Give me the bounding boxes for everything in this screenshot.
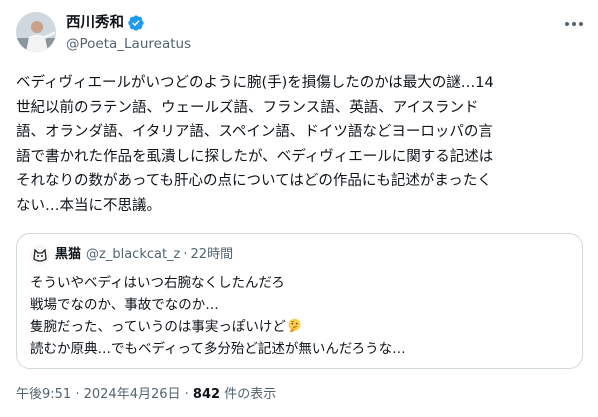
tweet-time[interactable]: 午後9:51 [16,387,71,402]
more-horizontal-icon [565,22,583,26]
quoted-avatar[interactable] [30,245,50,265]
quoted-separator: · [183,247,188,262]
quoted-text-main: そういやベディはいつ右腕なくしたんだろ 戦場でなのか、事故でなのか… 隻腕だった… [30,275,286,335]
author-handle[interactable]: @Poeta_Laureatus [66,35,191,53]
quoted-text-end: 読むか原典…でもベディって多分殆ど記述が無いんだろうな… [30,341,406,357]
quoted-timestamp[interactable]: 22時間 [191,246,234,264]
footer-separator: · [71,387,84,402]
thinking-face-icon [288,318,301,333]
verified-badge-icon[interactable] [127,14,145,32]
author-name-row: 西川秀和 [66,13,145,33]
more-options-button[interactable] [561,14,587,34]
view-count[interactable]: 842 [193,387,220,402]
quoted-text: そういやベディはいつ右腕なくしたんだろ 戦場でなのか、事故でなのか… 隻腕だった… [30,272,570,360]
quoted-display-name[interactable]: 黒猫 [55,246,81,264]
quoted-tweet[interactable]: 黒猫 @z_blackcat_z · 22時間 そういやベディはいつ右腕なくした… [16,233,583,369]
quoted-header: 黒猫 @z_blackcat_z · 22時間 [55,246,233,264]
view-label: 件の表示 [220,387,277,402]
author-display-name[interactable]: 西川秀和 [66,13,124,33]
black-cat-avatar-icon [30,245,50,265]
tweet-date[interactable]: 2024年4月26日 [84,387,181,402]
author-avatar[interactable] [16,12,56,52]
quoted-handle[interactable]: @z_blackcat_z [86,246,180,264]
author-avatar-image [16,12,56,52]
tweet-text: ベディヴィエールがいつどのように腕(手)を損傷したのかは最大の謎…14 世紀以前… [16,75,494,214]
footer-separator: · [180,387,193,402]
tweet-footer: 午後9:51 · 2024年4月26日 · 842 件の表示 [16,386,276,404]
